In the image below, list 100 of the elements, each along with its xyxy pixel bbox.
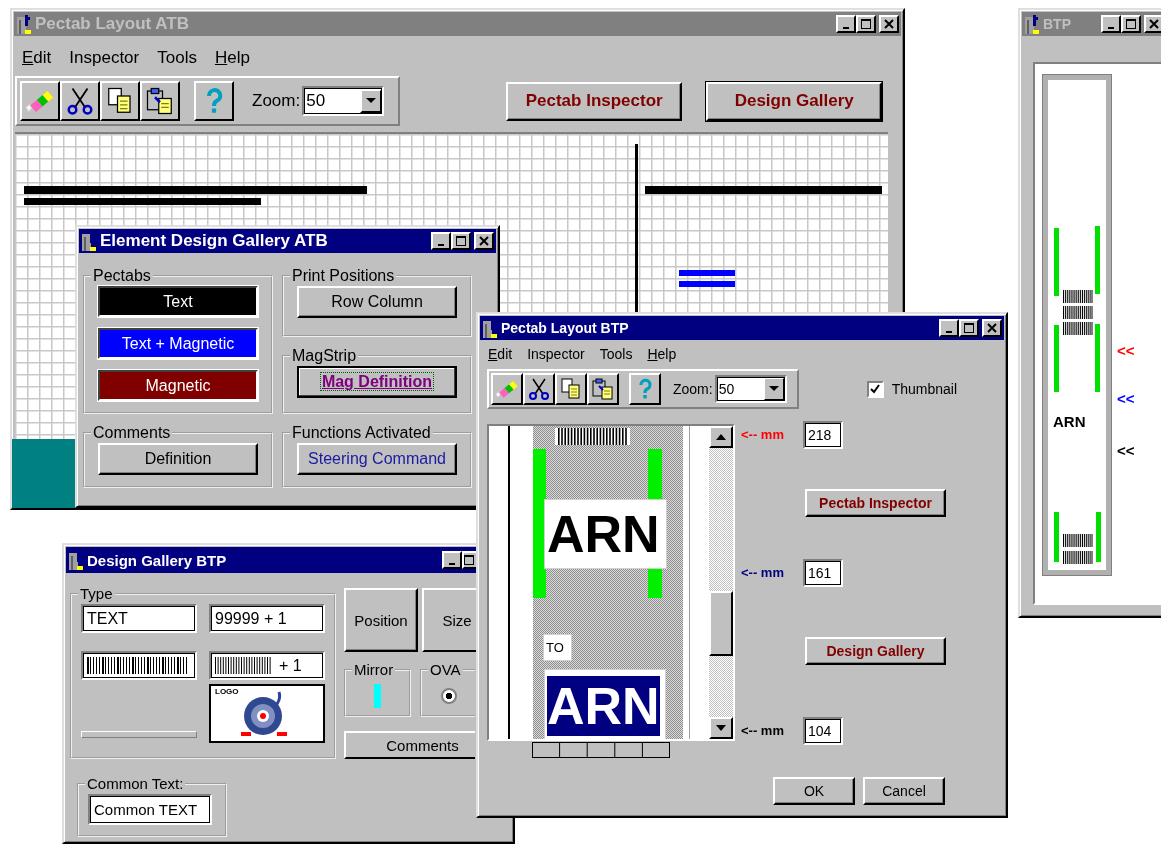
close-icon	[479, 236, 489, 246]
menu-item[interactable]: Edit	[22, 48, 52, 68]
close-icon	[1149, 19, 1159, 29]
pectab-type-button[interactable]: Text + Magnetic	[98, 328, 258, 359]
line-element[interactable]	[81, 731, 197, 738]
close-button[interactable]	[1144, 15, 1161, 33]
dropdown-button[interactable]	[762, 377, 785, 401]
app-icon	[1024, 14, 1040, 34]
scissors-icon	[65, 86, 95, 116]
window-title: Element Design Gallery ATB	[100, 231, 329, 251]
help-button[interactable]	[194, 81, 234, 121]
gallery-button[interactable]: Mag Definition	[297, 366, 457, 398]
position-marker: <-- mm	[741, 723, 785, 738]
cut-button[interactable]	[523, 373, 555, 405]
pectab-type-button[interactable]: Magnetic	[98, 370, 258, 401]
group-title: Functions Activated	[291, 424, 432, 442]
window-title: Design Gallery BTP	[87, 551, 228, 569]
gallery-button[interactable]: Row Column	[297, 286, 457, 318]
menu-item[interactable]: Help	[647, 346, 677, 362]
down-arrow-icon	[716, 725, 726, 731]
minimize-button[interactable]	[1101, 15, 1121, 33]
maximize-button[interactable]	[1121, 15, 1141, 33]
menu-item[interactable]: Tools	[157, 48, 197, 68]
action-button[interactable]: Pectab Inspector	[805, 488, 946, 517]
position-field[interactable]: 161	[803, 558, 843, 587]
menu-item[interactable]: Help	[214, 48, 250, 68]
ticket-label: ARN	[1053, 413, 1086, 430]
maximize-button[interactable]	[856, 15, 876, 33]
group-title: MagStrip	[291, 347, 358, 365]
counter-field[interactable]: 99999 + 1	[209, 604, 325, 633]
text-field[interactable]: TEXT	[81, 604, 197, 633]
gallery-button[interactable]: Size	[422, 588, 476, 652]
logo-preview[interactable]: LOGO	[209, 684, 325, 743]
maximize-icon	[464, 555, 474, 565]
group-title: Print Positions	[291, 267, 396, 285]
action-button[interactable]: Design Gallery	[805, 636, 946, 665]
dropdown-button[interactable]	[360, 89, 383, 113]
menu-item[interactable]: Edit	[488, 346, 513, 362]
maximize-icon	[1126, 19, 1136, 29]
copy-button[interactable]	[555, 373, 587, 405]
position-marker: <<	[1117, 390, 1135, 407]
paste-button[interactable]	[140, 81, 180, 121]
menu-item[interactable]: Inspector	[527, 346, 585, 362]
thumbnail-checkbox[interactable]: Thumbnail	[866, 380, 958, 398]
close-button[interactable]	[879, 15, 899, 33]
minimize-button[interactable]	[939, 319, 959, 337]
dialog-button[interactable]: Cancel	[863, 777, 945, 805]
zoom-label: Zoom:	[252, 91, 301, 111]
magnetic-bar	[679, 270, 735, 276]
maximize-button[interactable]	[451, 232, 471, 250]
gallery-button[interactable]: Position	[344, 588, 418, 652]
group-title: Type	[79, 585, 114, 602]
group-title: Pectabs	[92, 267, 152, 285]
checkbox[interactable]	[866, 380, 884, 398]
copy-button[interactable]	[100, 81, 140, 121]
zoom-combo[interactable]: 50	[714, 375, 787, 403]
barcode-field[interactable]	[81, 651, 197, 680]
barcode-counter-field[interactable]: + 1	[209, 651, 325, 680]
vertical-scrollbar[interactable]	[709, 426, 733, 739]
close-button[interactable]	[474, 232, 494, 250]
action-button[interactable]: Design Gallery	[706, 81, 883, 121]
dialog-button[interactable]: OK	[773, 777, 855, 805]
position-field[interactable]: 104	[803, 716, 843, 745]
position-field[interactable]: 218	[803, 420, 843, 449]
up-arrow-icon	[716, 434, 726, 440]
maximize-icon	[456, 236, 466, 246]
radio-button[interactable]	[440, 688, 457, 704]
ticket-field[interactable]: ARN	[544, 669, 666, 739]
zoom-combo[interactable]: 50	[302, 86, 385, 116]
position-marker: <<	[1117, 442, 1135, 459]
pectab-type-button[interactable]: Text	[98, 286, 258, 317]
minimize-button[interactable]	[431, 232, 451, 250]
paste-button[interactable]	[587, 373, 619, 405]
gallery-button[interactable]: Steering Command	[297, 443, 457, 475]
ticket-field[interactable]: ARN	[544, 499, 667, 569]
magnetic-bar	[679, 281, 735, 287]
scroll-thumb[interactable]	[709, 591, 733, 656]
eraser-button[interactable]	[491, 373, 523, 405]
app-icon	[16, 14, 32, 34]
action-button[interactable]: Pectab Inspector	[506, 81, 683, 121]
scroll-down-button[interactable]	[709, 717, 733, 739]
minimize-icon	[946, 331, 952, 333]
help-button[interactable]	[629, 373, 661, 405]
minimize-button[interactable]	[442, 551, 462, 569]
maximize-button[interactable]	[959, 319, 979, 337]
caret-icon	[768, 386, 779, 392]
position-marker: <-- mm	[741, 427, 785, 442]
cut-button[interactable]	[60, 81, 100, 121]
gallery-button[interactable]: Definition	[98, 443, 258, 475]
comments-button[interactable]: Comments	[344, 731, 475, 759]
eraser-button[interactable]	[20, 81, 60, 121]
caret-icon	[366, 98, 377, 104]
close-button[interactable]	[982, 319, 1002, 337]
menu-item[interactable]: Tools	[599, 346, 633, 362]
common-text-field[interactable]: Common TEXT	[88, 794, 212, 825]
minimize-button[interactable]	[836, 15, 856, 33]
menu-item[interactable]: Inspector	[69, 48, 140, 68]
scroll-up-button[interactable]	[709, 426, 733, 448]
group-title: Comments	[92, 424, 172, 442]
group-title: Mirror	[353, 661, 395, 678]
